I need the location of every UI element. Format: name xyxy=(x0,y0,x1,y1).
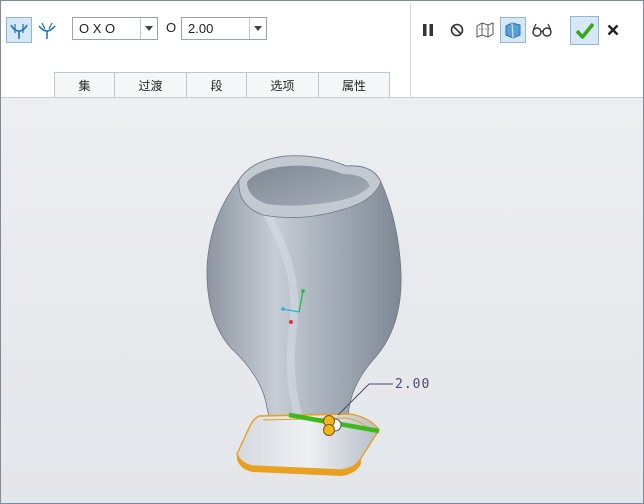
vase-model[interactable] xyxy=(1,98,643,503)
ok-button[interactable] xyxy=(570,16,599,45)
tab-options[interactable]: 选项 xyxy=(246,72,319,97)
chevron-down-icon[interactable] xyxy=(249,18,266,39)
round-shape-value: O X O xyxy=(79,21,116,36)
tab-transitions[interactable]: 过渡 xyxy=(114,72,187,97)
cancel-button[interactable] xyxy=(600,17,626,43)
radius-dropdown[interactable]: 2.00 xyxy=(181,17,267,40)
dashboard-tabs: 集 过渡 段 选项 属性 xyxy=(54,72,390,98)
transition-mode-icon[interactable] xyxy=(34,17,60,43)
round-transition-icon xyxy=(38,22,56,39)
separate-preview-button[interactable] xyxy=(472,17,498,43)
no-preview-button[interactable] xyxy=(444,17,470,43)
geometry-preview-icon xyxy=(505,22,521,39)
separate-preview-icon xyxy=(476,22,494,38)
no-preview-icon xyxy=(450,23,464,37)
radius-label: O xyxy=(166,20,177,35)
tab-properties[interactable]: 属性 xyxy=(318,72,390,97)
radius-value: 2.00 xyxy=(188,21,214,36)
tab-sets[interactable]: 集 xyxy=(54,72,115,97)
round-shape-dropdown[interactable]: O X O xyxy=(72,17,158,40)
tab-pieces[interactable]: 段 xyxy=(186,72,247,97)
verify-preview-button[interactable] xyxy=(500,17,526,43)
pause-button[interactable] xyxy=(415,17,441,43)
feature-dashboard: O X O O 2.00 集 过渡 段 选项 属性 xyxy=(1,1,643,98)
chevron-down-icon[interactable] xyxy=(140,18,157,39)
pause-icon xyxy=(423,24,433,36)
radius-dimension-label[interactable]: 2.00 xyxy=(395,377,430,392)
glasses-icon xyxy=(532,23,552,37)
toolbar-divider xyxy=(410,3,411,97)
checkmark-icon xyxy=(575,22,594,39)
round-set-icon xyxy=(10,24,28,39)
close-icon xyxy=(607,24,619,36)
graphics-window[interactable]: 2.00 xyxy=(1,98,643,503)
glasses-preview-button[interactable] xyxy=(529,17,555,43)
set-mode-icon[interactable] xyxy=(6,17,32,43)
